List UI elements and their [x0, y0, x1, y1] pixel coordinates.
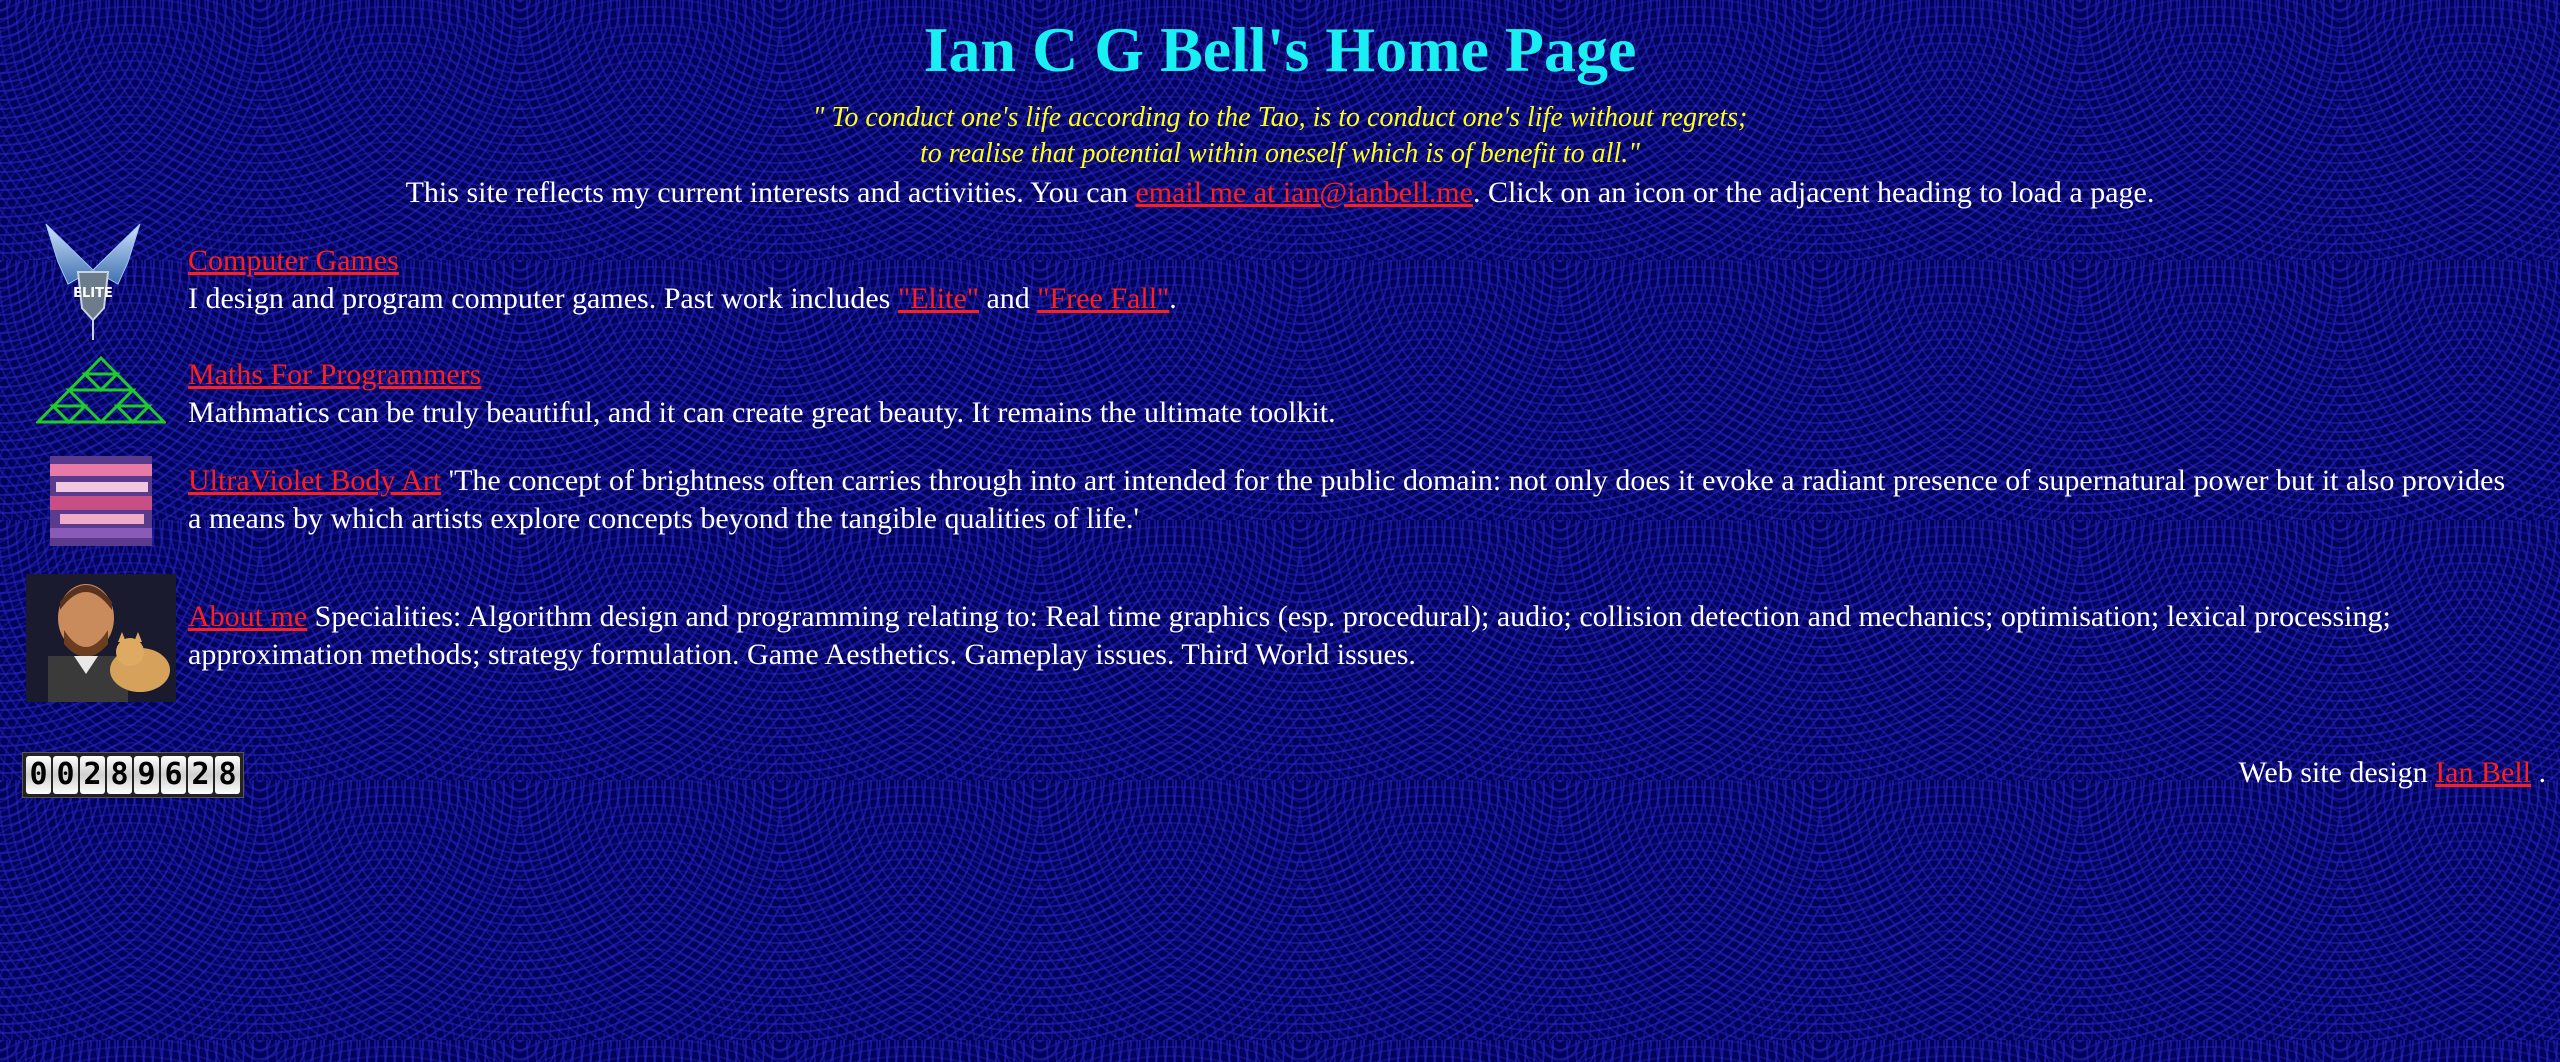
sierpinski-triangle-icon[interactable]	[34, 355, 168, 425]
computer-games-link[interactable]: Computer Games	[188, 244, 399, 277]
counter-digit: 6	[161, 756, 186, 794]
counter-digit: 8	[107, 756, 132, 794]
elite-logo-icon[interactable]: ELITE	[38, 222, 148, 342]
email-link[interactable]: email me at ian@ianbell.me	[1135, 176, 1473, 209]
counter-digit: 0	[26, 756, 51, 794]
intro-text: This site reflects my current interests …	[0, 174, 2560, 212]
page-title: Ian C G Bell's Home Page	[923, 14, 1637, 85]
body-art-icon[interactable]	[50, 456, 152, 546]
elite-link[interactable]: "Elite"	[898, 282, 979, 315]
free-fall-link[interactable]: "Free Fall"	[1037, 282, 1169, 315]
tao-quote: " To conduct one's life according to the…	[0, 100, 2560, 172]
credit-text-before: Web site design	[2238, 756, 2436, 789]
hit-counter: 0 0 2 8 9 6 2 8	[22, 752, 244, 798]
intro-text-after: . Click on an icon or the adjacent headi…	[1472, 176, 2155, 209]
portrait-icon[interactable]	[26, 574, 176, 702]
about-me-description: About me Specialities: Algorithm design …	[188, 598, 2520, 674]
computer-games-text-before: I design and program computer games. Pas…	[188, 282, 898, 315]
body-art-description: UltraViolet Body Art 'The concept of bri…	[188, 462, 2520, 538]
counter-digit: 2	[80, 756, 105, 794]
quote-line-2: to realise that potential within oneself…	[919, 138, 1640, 169]
computer-games-text-after: .	[1169, 282, 1177, 315]
quote-line-1: " To conduct one's life according to the…	[812, 102, 1748, 133]
body-art-text: 'The concept of brightness often carries…	[188, 464, 2506, 535]
ian-bell-link[interactable]: Ian Bell	[2435, 756, 2531, 789]
page-header: Ian C G Bell's Home Page " To conduct on…	[0, 0, 2560, 212]
maths-description: Maths For Programmers Mathmatics can be …	[188, 356, 2520, 432]
about-me-link[interactable]: About me	[188, 600, 307, 633]
counter-digit: 9	[134, 756, 159, 794]
credit-text-after: .	[2531, 756, 2547, 789]
maths-text: Mathmatics can be truly beautiful, and i…	[188, 396, 1336, 429]
computer-games-text-and: and	[978, 282, 1038, 315]
counter-digit: 0	[53, 756, 78, 794]
site-design-credit: Web site design Ian Bell .	[2238, 754, 2546, 792]
counter-digit: 8	[215, 756, 240, 794]
body-art-link[interactable]: UltraViolet Body Art	[188, 464, 441, 497]
counter-digit: 2	[188, 756, 213, 794]
intro-text-before: This site reflects my current interests …	[405, 176, 1136, 209]
about-me-text: Specialities: Algorithm design and progr…	[188, 600, 2391, 671]
svg-text:ELITE: ELITE	[73, 286, 113, 301]
computer-games-description: Computer Games I design and program comp…	[188, 242, 2520, 318]
maths-link[interactable]: Maths For Programmers	[188, 358, 481, 391]
